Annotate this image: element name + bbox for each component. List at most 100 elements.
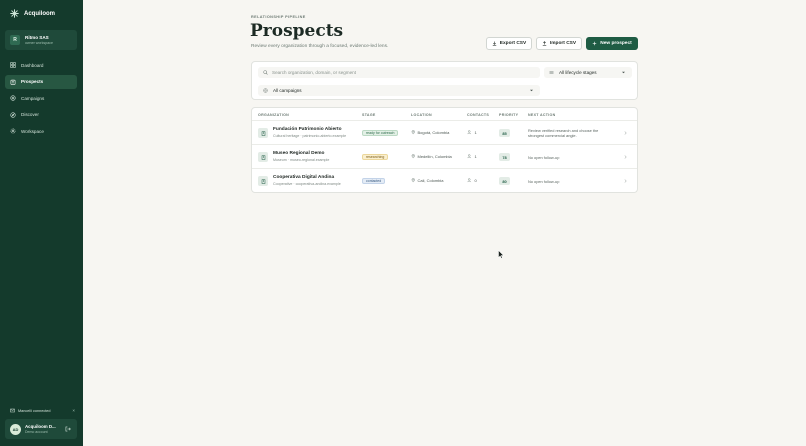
chevron-right-icon[interactable]: [623, 130, 628, 136]
column-contacts[interactable]: CONTACTS: [467, 113, 489, 117]
map-pin-icon: [411, 178, 415, 183]
contacts-cell: 0: [467, 178, 477, 183]
organization-name[interactable]: Fundación Patrimonio Abierto: [273, 127, 342, 132]
workspace-switcher[interactable]: R Ritmo SAS owner workspace: [5, 30, 77, 50]
sidebar: Acquiloom R Ritmo SAS owner workspace Da…: [0, 0, 83, 446]
sidebar-item-label: Campaigns: [21, 95, 45, 101]
organization-meta: Cooperative · cooperativa-andina.example: [273, 182, 341, 186]
import-csv-button[interactable]: Import CSV: [536, 37, 582, 50]
filter-icon: [549, 71, 554, 74]
new-prospect-button[interactable]: New prospect: [586, 37, 638, 50]
sidebar-item-campaigns[interactable]: Campaigns: [5, 91, 77, 105]
table-row[interactable]: Museo Regional Demo Museum · museo-regio…: [252, 145, 637, 169]
column-stage[interactable]: STAGE: [362, 113, 376, 117]
column-location[interactable]: LOCATION: [411, 113, 432, 117]
chevron-down-icon: [622, 71, 625, 74]
brand-name: Acquiloom: [24, 10, 55, 17]
stage-select-value: All lifecycle stages: [559, 70, 597, 75]
contacts-count: 1: [474, 154, 477, 159]
organization-meta: Cultural heritage · patrimonio-abierto.e…: [273, 134, 347, 138]
logo-icon: [10, 9, 19, 18]
mail-icon: [10, 408, 15, 413]
map-pin-icon: [411, 154, 415, 159]
workspace-role: owner workspace: [25, 40, 53, 45]
location-cell: Medellín, Colombia: [411, 154, 452, 159]
prospects-table: ORGANIZATION STAGE LOCATION CONTACTS PRI…: [251, 107, 638, 193]
page-eyebrow: RELATIONSHIP PIPELINE: [251, 15, 306, 19]
table-row[interactable]: Cooperativa Digital Andina Cooperative ·…: [252, 169, 637, 192]
connection-label: Mancelli connected: [18, 408, 51, 413]
connection-status: Mancelli connected ×: [10, 408, 75, 413]
user-card[interactable]: AD Acquiloom D... Demo account: [5, 419, 77, 439]
table-row[interactable]: Fundación Patrimonio Abierto Cultural he…: [252, 121, 637, 145]
mouse-cursor-icon: [498, 250, 504, 259]
campaigns-icon: [10, 95, 16, 101]
search-field[interactable]: [258, 67, 540, 78]
table-header: ORGANIZATION STAGE LOCATION CONTACTS PRI…: [252, 108, 637, 121]
chevron-right-icon[interactable]: [623, 154, 628, 160]
contacts-cell: 1: [467, 130, 477, 135]
gear-icon: [10, 128, 16, 134]
avatar: AD: [10, 423, 21, 435]
organization-name[interactable]: Cooperativa Digital Andina: [273, 175, 334, 180]
next-action: No open follow-up: [528, 155, 616, 160]
campaign-select[interactable]: All campaigns: [258, 85, 540, 96]
location-cell: Cali, Colombia: [411, 178, 444, 183]
sidebar-item-prospects[interactable]: Prospects: [5, 74, 77, 89]
export-csv-button[interactable]: Export CSV: [486, 37, 532, 50]
new-prospect-label: New prospect: [600, 41, 632, 46]
building-icon: [258, 176, 268, 186]
upload-icon: [542, 41, 547, 46]
column-next-action[interactable]: NEXT ACTION: [528, 113, 556, 117]
user-role: Demo account: [25, 429, 48, 434]
export-csv-label: Export CSV: [499, 41, 527, 46]
dismiss-button[interactable]: ×: [72, 408, 75, 413]
column-organization[interactable]: ORGANIZATION: [258, 113, 289, 117]
workspace-avatar: R: [10, 35, 20, 45]
brand[interactable]: Acquiloom: [10, 9, 55, 18]
target-icon: [263, 88, 268, 93]
stage-badge: contacted: [362, 178, 386, 184]
campaign-select-value: All campaigns: [273, 88, 302, 93]
next-action-line: strongest commercial angle.: [528, 133, 577, 139]
chevron-right-icon[interactable]: [623, 178, 628, 184]
filter-panel: All lifecycle stages All campaigns: [251, 61, 638, 100]
stage-badge: researching: [362, 154, 389, 160]
import-csv-label: Import CSV: [549, 41, 577, 46]
location-text: Medellín, Colombia: [417, 154, 452, 159]
sidebar-item-label: Discover: [21, 112, 39, 117]
next-action-line: No open follow-up: [528, 155, 560, 160]
location-text: Bogotá, Colombia: [417, 130, 450, 135]
building-icon: [258, 128, 268, 138]
user-icon: [467, 154, 472, 159]
stage-badge: ready for outreach: [362, 130, 399, 136]
location-cell: Bogotá, Colombia: [411, 130, 449, 135]
map-pin-icon: [411, 130, 415, 135]
download-icon: [492, 41, 497, 46]
column-priority[interactable]: PRIORITY: [499, 113, 518, 117]
contacts-cell: 1: [467, 154, 477, 159]
dashboard-icon: [10, 62, 16, 68]
user-icon: [467, 178, 472, 183]
sidebar-item-discover[interactable]: Discover: [5, 108, 77, 122]
plus-icon: [593, 41, 597, 46]
user-icon: [467, 130, 472, 135]
discover-icon: [10, 111, 16, 118]
location-text: Cali, Colombia: [417, 178, 444, 183]
prospects-icon: [10, 79, 16, 85]
stage-select[interactable]: All lifecycle stages: [544, 67, 632, 78]
next-action: No open follow-up: [528, 179, 616, 184]
logout-icon[interactable]: [65, 426, 71, 432]
sidebar-item-label: Dashboard: [21, 62, 44, 68]
contacts-count: 0: [474, 178, 477, 183]
contacts-count: 1: [474, 130, 477, 135]
page-subtitle: Review every organization through a focu…: [251, 44, 389, 49]
sidebar-item-workspace[interactable]: Workspace: [5, 124, 77, 138]
sidebar-item-dashboard[interactable]: Dashboard: [5, 58, 77, 72]
search-input[interactable]: [272, 70, 532, 75]
priority-score: 85: [499, 129, 510, 137]
organization-meta: Museum · museo-regional.example: [273, 158, 330, 162]
priority-score: 78: [499, 153, 510, 161]
organization-name[interactable]: Museo Regional Demo: [273, 151, 324, 156]
next-action: Review verified research and choose the …: [528, 128, 616, 139]
